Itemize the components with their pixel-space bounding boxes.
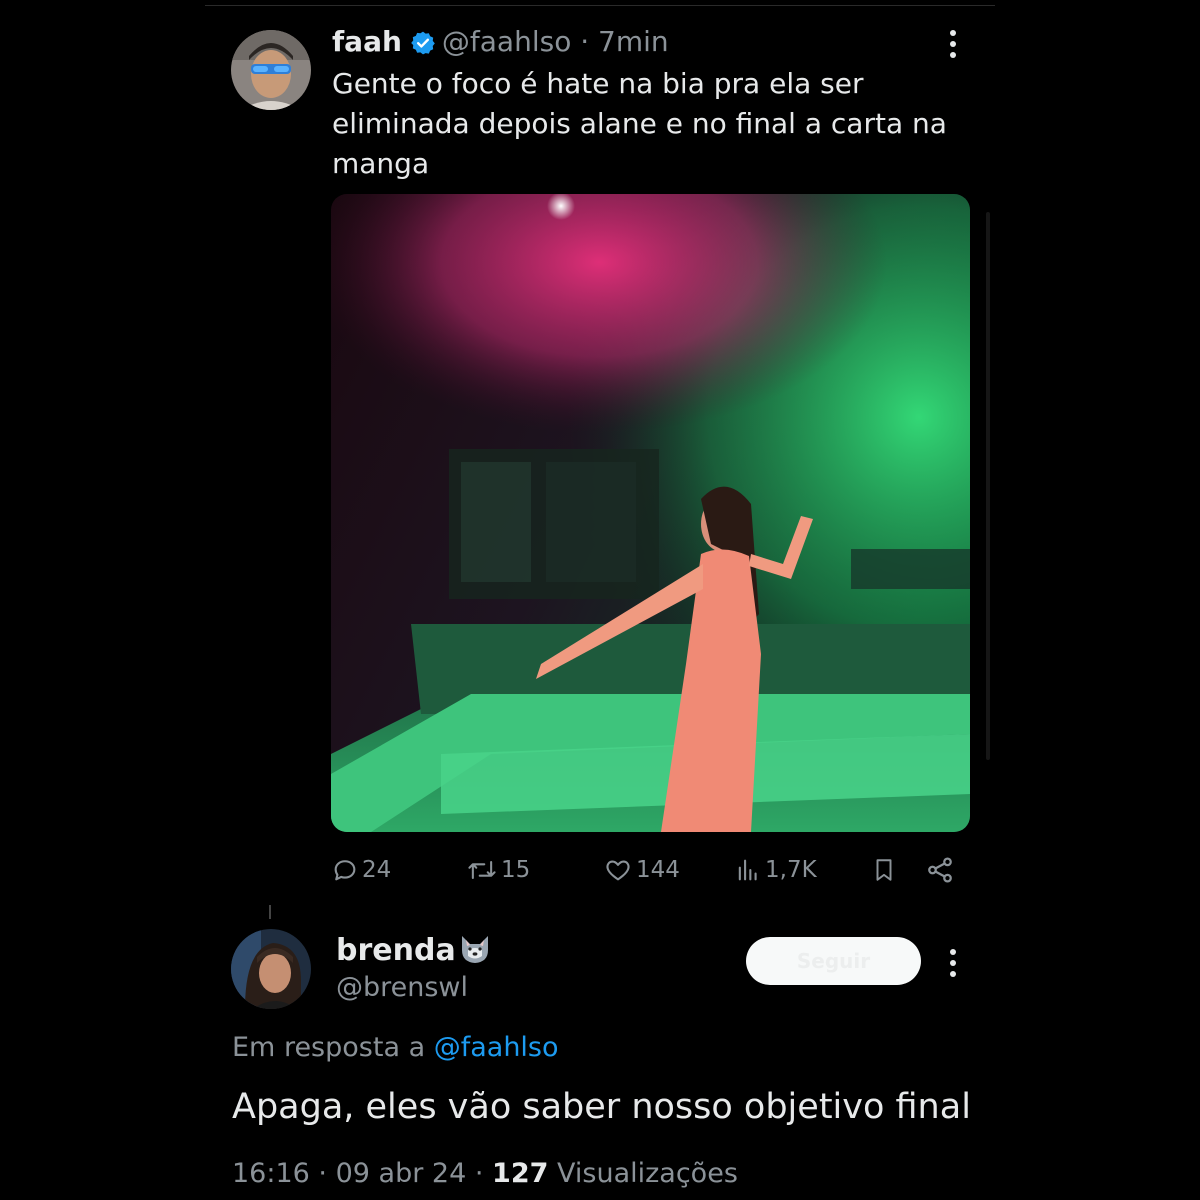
- author-name[interactable]: faah: [332, 25, 402, 58]
- reply-author-handle[interactable]: @brenswl: [336, 970, 468, 1006]
- repost-icon: [466, 856, 501, 884]
- reply-time[interactable]: 16:16: [232, 1158, 310, 1189]
- reply-view-label[interactable]: Visualizações: [557, 1158, 738, 1189]
- reply-button[interactable]: 24: [331, 852, 391, 888]
- bookmark-icon: [871, 855, 900, 885]
- tweet-text: Gente o foco é hate na bia pra ela ser e…: [332, 67, 947, 180]
- verified-badge-icon: [410, 29, 436, 65]
- separator-dot: ·: [580, 25, 590, 58]
- meta-separator: ·: [474, 1158, 484, 1189]
- reply-icon: [331, 856, 362, 884]
- reply-count: 24: [362, 857, 392, 883]
- reply-more-options-icon[interactable]: [949, 949, 957, 982]
- reply-context: Em resposta a @faahlso: [232, 1030, 559, 1066]
- share-button[interactable]: [925, 852, 958, 888]
- reply-view-count: 127: [492, 1158, 549, 1189]
- wolf-emoji-icon: [456, 933, 492, 968]
- like-button[interactable]: 144: [603, 852, 680, 888]
- heart-icon: [603, 856, 636, 884]
- tweet-header: faah @faahlso · 7min: [332, 24, 669, 65]
- views-button[interactable]: 1,7K: [734, 852, 817, 888]
- reply-text: Apaga, eles vão saber nosso objetivo fin…: [232, 1087, 971, 1127]
- follow-button[interactable]: Seguir: [746, 937, 921, 985]
- tweet-actions: 24 15 144 1,7K: [0, 852, 1200, 888]
- bookmark-button[interactable]: [871, 852, 900, 888]
- reply-date[interactable]: 09 abr 24: [336, 1158, 467, 1189]
- reply-author-avatar[interactable]: [231, 929, 311, 1009]
- reply-to-prefix: Em resposta a: [232, 1032, 426, 1063]
- view-count: 1,7K: [765, 857, 817, 883]
- tweet-time[interactable]: 7min: [598, 25, 669, 58]
- like-count: 144: [636, 857, 680, 883]
- author-handle[interactable]: @faahlso: [442, 25, 571, 58]
- video-player[interactable]: [331, 194, 970, 832]
- reply-metadata: 16:16 · 09 abr 24 · 127 Visualizações: [232, 1156, 738, 1192]
- video-frame: [331, 194, 970, 832]
- thread-connector: [269, 905, 271, 919]
- repost-count: 15: [501, 857, 531, 883]
- author-avatar[interactable]: [231, 30, 311, 110]
- repost-button[interactable]: 15: [466, 852, 530, 888]
- share-icon: [925, 855, 958, 885]
- scrollbar[interactable]: [986, 212, 990, 760]
- reply-author-name[interactable]: brenda: [336, 932, 492, 970]
- reply-to-mention-link[interactable]: @faahlso: [434, 1032, 559, 1063]
- views-chart-icon: [734, 856, 765, 884]
- more-options-icon[interactable]: [949, 30, 957, 63]
- reply-author-name-text: brenda: [336, 933, 456, 968]
- meta-separator: ·: [318, 1158, 327, 1189]
- top-divider: [205, 5, 995, 6]
